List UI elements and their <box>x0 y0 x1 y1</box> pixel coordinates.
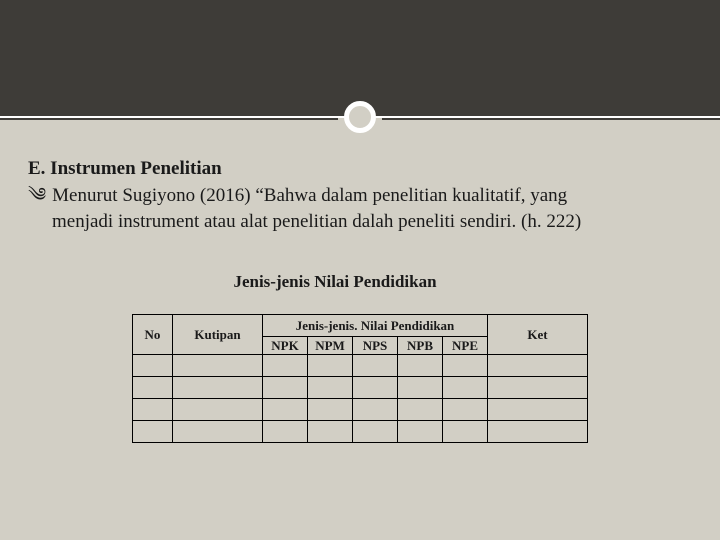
cell <box>173 399 263 421</box>
cell <box>488 377 588 399</box>
cell <box>398 377 443 399</box>
cell <box>488 421 588 443</box>
col-npb: NPB <box>398 337 443 355</box>
cell <box>353 377 398 399</box>
col-no: No <box>133 315 173 355</box>
cell <box>443 355 488 377</box>
cell <box>173 421 263 443</box>
cell <box>308 355 353 377</box>
cell <box>133 355 173 377</box>
table-row <box>133 377 588 399</box>
bullet-row: ༄ Menurut Sugiyono (2016) “Bahwa dalam p… <box>28 183 692 209</box>
col-group: Jenis-jenis. Nilai Pendidikan <box>263 315 488 337</box>
bullet-line-1: Menurut Sugiyono (2016) “Bahwa dalam pen… <box>52 183 692 209</box>
cell <box>133 377 173 399</box>
cell <box>443 377 488 399</box>
table-row <box>133 355 588 377</box>
cell <box>398 399 443 421</box>
col-ket: Ket <box>488 315 588 355</box>
data-table: No Kutipan Jenis-jenis. Nilai Pendidikan… <box>132 314 588 443</box>
col-kutipan: Kutipan <box>173 315 263 355</box>
col-npm: NPM <box>308 337 353 355</box>
cell <box>353 399 398 421</box>
table-title: Jenis-jenis Nilai Pendidikan <box>0 272 692 292</box>
col-nps: NPS <box>353 337 398 355</box>
content-area: E. Instrumen Penelitian ༄ Menurut Sugiyo… <box>0 120 720 443</box>
cell <box>443 399 488 421</box>
cell <box>173 355 263 377</box>
cell <box>263 399 308 421</box>
table-wrap: No Kutipan Jenis-jenis. Nilai Pendidikan… <box>28 314 692 443</box>
col-npk: NPK <box>263 337 308 355</box>
cell <box>263 377 308 399</box>
bullet-line-2: menjadi instrument atau alat penelitian … <box>52 209 692 235</box>
cell <box>488 399 588 421</box>
section-heading: E. Instrumen Penelitian <box>28 158 692 180</box>
cell <box>263 355 308 377</box>
cell <box>263 421 308 443</box>
cell <box>443 421 488 443</box>
cell <box>133 399 173 421</box>
cell <box>398 421 443 443</box>
slide: E. Instrumen Penelitian ༄ Menurut Sugiyo… <box>0 0 720 540</box>
bullet-icon: ༄ <box>28 183 46 209</box>
cell <box>353 421 398 443</box>
cell <box>308 421 353 443</box>
cell <box>308 399 353 421</box>
cell <box>133 421 173 443</box>
cell <box>353 355 398 377</box>
table-row <box>133 421 588 443</box>
cell <box>173 377 263 399</box>
cell <box>488 355 588 377</box>
cell <box>308 377 353 399</box>
cell <box>398 355 443 377</box>
table-header-row-1: No Kutipan Jenis-jenis. Nilai Pendidikan… <box>133 315 588 337</box>
ring-ornament-icon <box>344 101 376 133</box>
table-row <box>133 399 588 421</box>
col-npe: NPE <box>443 337 488 355</box>
